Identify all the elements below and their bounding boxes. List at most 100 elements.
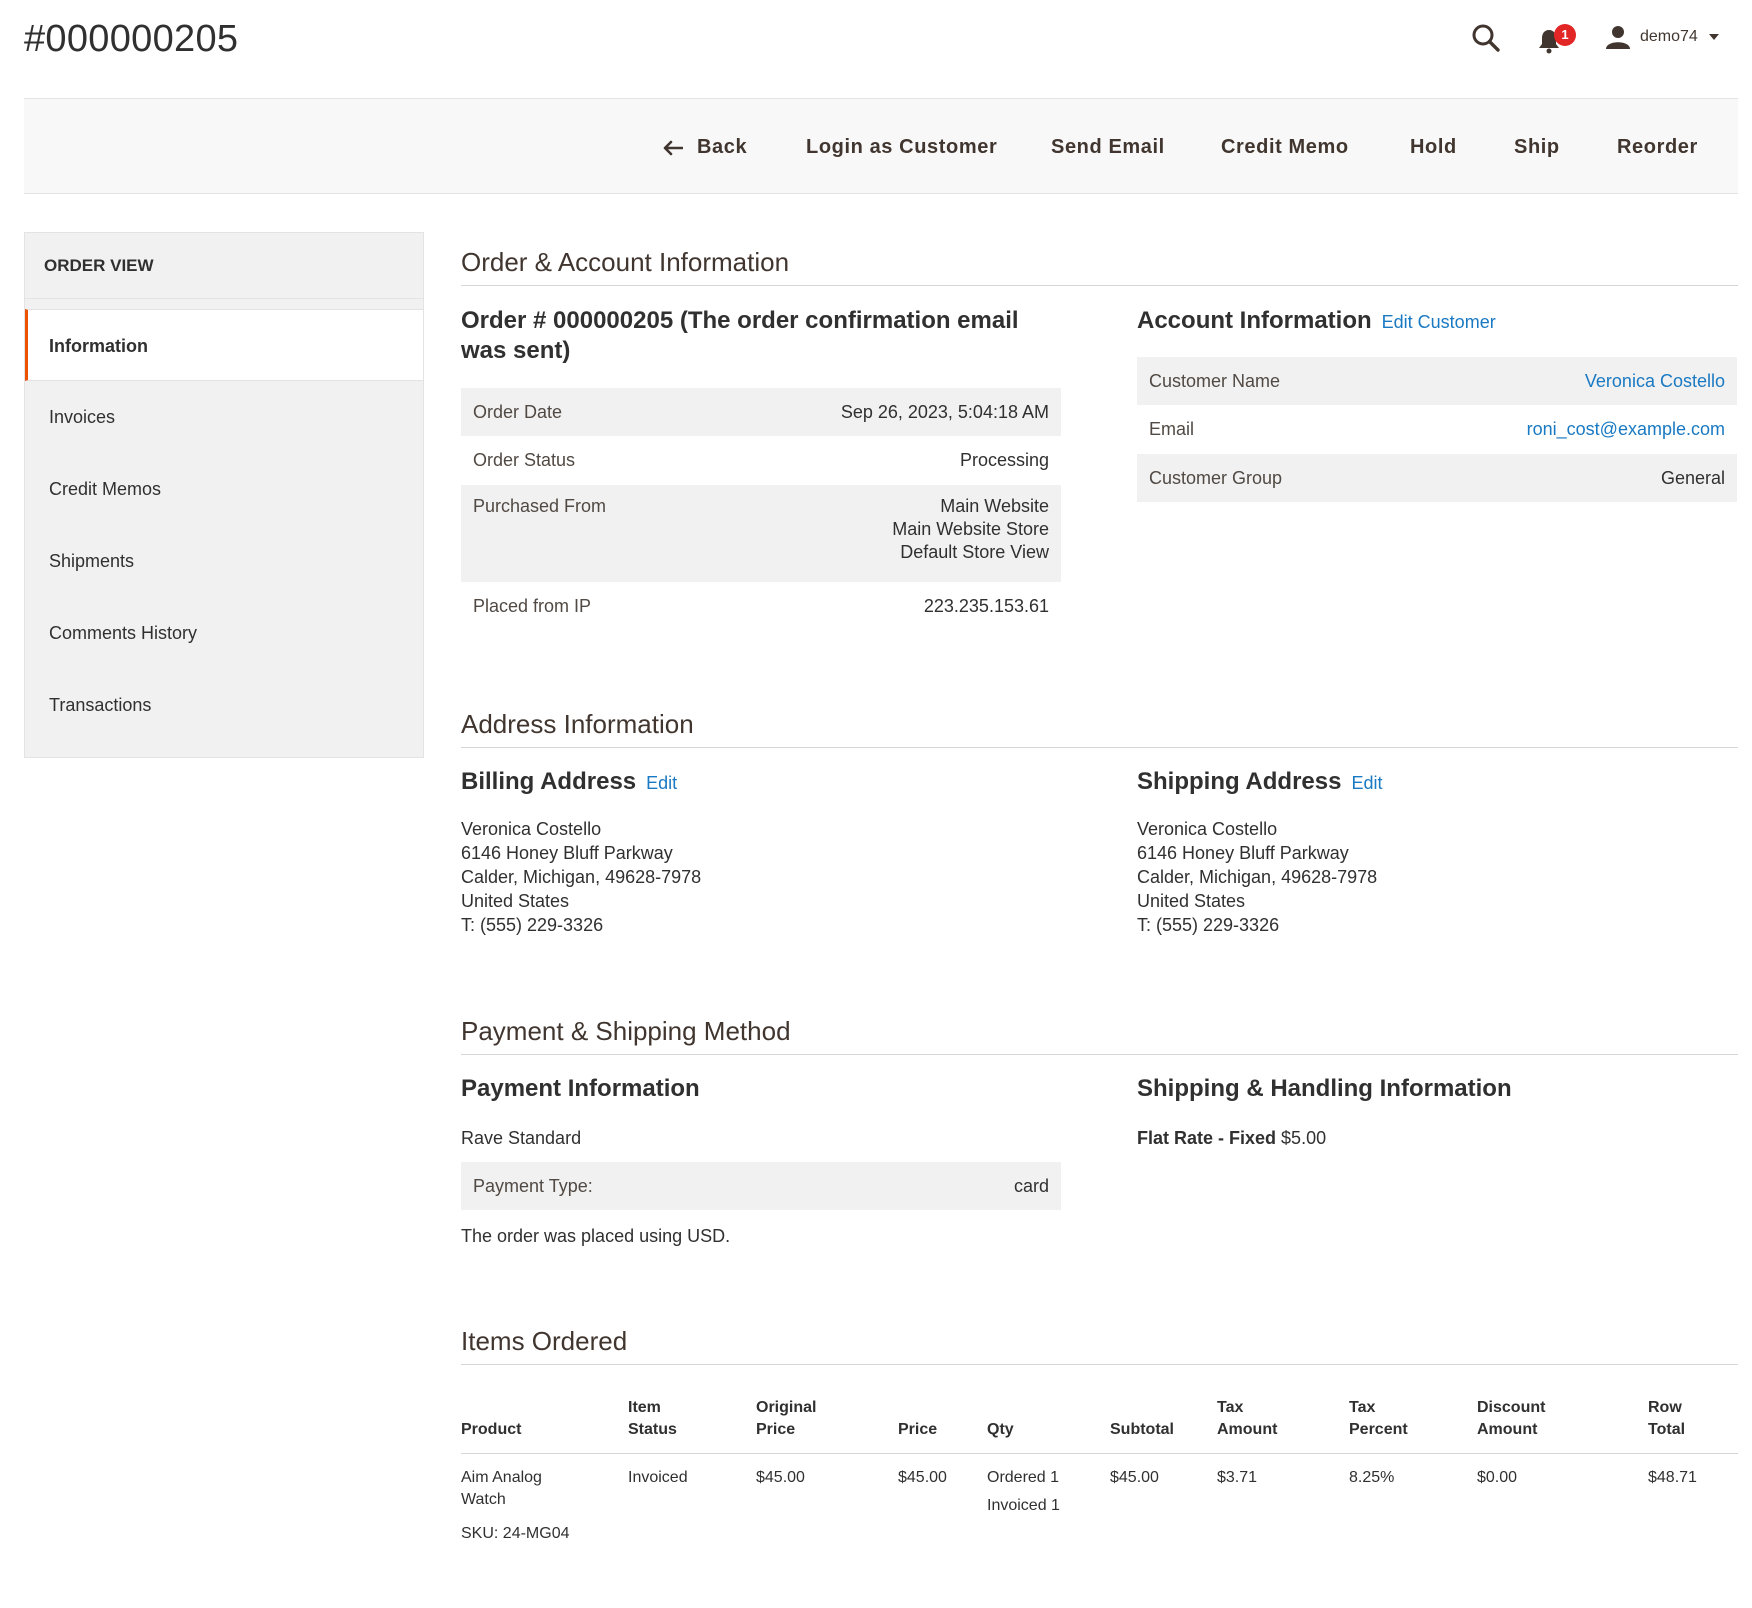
payment-method: Rave Standard bbox=[461, 1128, 582, 1148]
email-label: Email bbox=[1149, 419, 1195, 439]
table-row: Aim Analog Watch SKU: 24-MG04 Invoiced $4… bbox=[461, 1454, 1738, 1564]
billing-country: United States bbox=[461, 891, 570, 911]
item-status: Invoiced bbox=[628, 1469, 688, 1486]
shipping-name: Veronica Costello bbox=[1137, 819, 1278, 839]
search-icon[interactable] bbox=[1470, 22, 1502, 54]
purchased-from-label: Purchased From bbox=[473, 496, 607, 516]
price: $45.00 bbox=[898, 1469, 947, 1486]
chevron-down-icon bbox=[1708, 34, 1719, 40]
customer-name-link[interactable]: Veronica Costello bbox=[1585, 357, 1725, 405]
email-link[interactable]: roni_cost@example.com bbox=[1527, 405, 1725, 454]
credit-memo-button[interactable]: Credit Memo bbox=[1221, 99, 1349, 195]
ship-button[interactable]: Ship bbox=[1514, 99, 1560, 195]
email-row: Email roni_cost@example.com bbox=[1137, 405, 1737, 454]
section-title-address: Address Information bbox=[461, 709, 694, 739]
account-info-table: Customer Name Veronica Costello Email ro… bbox=[1137, 357, 1737, 502]
col-product: Product bbox=[461, 1421, 522, 1438]
section-divider bbox=[461, 1054, 1738, 1055]
billing-phone: T: (555) 229-3326 bbox=[461, 915, 604, 935]
order-date-row: Order Date Sep 26, 2023, 5:04:18 AM bbox=[461, 388, 1061, 436]
billing-name: Veronica Costello bbox=[461, 819, 602, 839]
purchased-from-row: Purchased From Main Website Main Website… bbox=[461, 485, 1061, 582]
order-date-value: Sep 26, 2023, 5:04:18 AM bbox=[840, 402, 1049, 422]
sidebar-item-invoices[interactable]: Invoices bbox=[25, 381, 423, 453]
shipping-address: Veronica Costello 6146 Honey Bluff Parkw… bbox=[1137, 817, 1377, 937]
tax-amount: $3.71 bbox=[1217, 1469, 1258, 1486]
section-divider bbox=[461, 1364, 1738, 1365]
currency-note: The order was placed using USD. bbox=[461, 1226, 731, 1246]
table-header: Product Item Status Original Price Price Q… bbox=[461, 1388, 1738, 1454]
col-discount-amount: Discount Amount bbox=[1477, 1399, 1546, 1438]
shipping-handling-heading: Shipping & Handling Information bbox=[1137, 1075, 1512, 1102]
order-heading: Order # 000000205 (The order confirmatio… bbox=[461, 307, 1019, 364]
col-subtotal: Subtotal bbox=[1110, 1421, 1174, 1438]
purchased-from-value: Main Website Main Website Store Default … bbox=[892, 496, 1049, 562]
order-status-row: Order Status Processing bbox=[461, 436, 1061, 485]
payment-type-table: Payment Type: card bbox=[461, 1162, 1061, 1210]
shipping-method-price: $5.00 bbox=[1281, 1128, 1327, 1148]
sidebar-item-shipments[interactable]: Shipments bbox=[25, 525, 423, 597]
sidebar-item-transactions[interactable]: Transactions bbox=[25, 669, 423, 741]
reorder-button[interactable]: Reorder bbox=[1617, 99, 1698, 195]
sidebar-item-credit-memos[interactable]: Credit Memos bbox=[25, 453, 423, 525]
send-email-button[interactable]: Send Email bbox=[1051, 99, 1165, 195]
sidebar-item-comments-history[interactable]: Comments History bbox=[25, 597, 423, 669]
shipping-method-name: Flat Rate - Fixed bbox=[1137, 1128, 1277, 1148]
col-original-price: Original Price bbox=[756, 1399, 817, 1438]
edit-shipping-address-link[interactable]: Edit bbox=[1351, 773, 1382, 793]
user-menu[interactable]: demo74 bbox=[1606, 22, 1720, 52]
arrow-left-icon bbox=[663, 140, 683, 156]
login-as-customer-button[interactable]: Login as Customer bbox=[806, 99, 997, 195]
subtotal: $45.00 bbox=[1110, 1469, 1159, 1486]
col-row-total: Row Total bbox=[1648, 1399, 1686, 1438]
row-total: $48.71 bbox=[1648, 1469, 1697, 1486]
page-title: #000000205 bbox=[24, 18, 239, 60]
user-icon bbox=[1606, 26, 1630, 49]
shipping-street: 6146 Honey Bluff Parkway bbox=[1137, 843, 1349, 863]
customer-name-row: Customer Name Veronica Costello bbox=[1137, 357, 1737, 405]
hold-button[interactable]: Hold bbox=[1410, 99, 1457, 195]
order-view-sidebar: ORDER VIEW Information Invoices Credit M… bbox=[24, 232, 424, 758]
customer-group-row: Customer Group General bbox=[1137, 454, 1737, 502]
ip-value: 223.235.153.61 bbox=[923, 596, 1049, 616]
section-title-payment-shipping: Payment & Shipping Method bbox=[461, 1016, 791, 1046]
shipping-country: United States bbox=[1137, 891, 1246, 911]
product-sku: SKU: 24-MG04 bbox=[461, 1525, 570, 1542]
order-status-value: Processing bbox=[959, 450, 1049, 470]
order-info-table: Order Date Sep 26, 2023, 5:04:18 AM Orde… bbox=[461, 388, 1061, 630]
sidebar-item-information[interactable]: Information bbox=[25, 309, 423, 381]
original-price: $45.00 bbox=[756, 1469, 805, 1486]
col-qty: Qty bbox=[987, 1421, 1014, 1438]
items-ordered-table: Product Item Status Original Price Price Q… bbox=[461, 1388, 1738, 1564]
col-price: Price bbox=[898, 1421, 938, 1438]
section-divider bbox=[461, 285, 1738, 286]
section-title-items: Items Ordered bbox=[461, 1326, 628, 1356]
shipping-method: Flat Rate - Fixed $5.00 bbox=[1137, 1126, 1326, 1150]
account-info-heading: Account Information Edit Customer bbox=[1137, 307, 1496, 334]
customer-group-label: Customer Group bbox=[1149, 468, 1283, 488]
col-tax-amount: Tax Amount bbox=[1217, 1399, 1278, 1438]
username: demo74 bbox=[1640, 28, 1698, 45]
tax-percent: 8.25% bbox=[1349, 1469, 1395, 1486]
customer-name-label: Customer Name bbox=[1149, 371, 1281, 391]
payment-type-value: card bbox=[1013, 1176, 1049, 1196]
sidebar-title: ORDER VIEW bbox=[25, 233, 423, 299]
customer-group-value: General bbox=[1660, 468, 1725, 488]
qty-invoiced: Invoiced 1 bbox=[987, 1497, 1060, 1514]
payment-type-row: Payment Type: card bbox=[461, 1162, 1061, 1210]
edit-billing-address-link[interactable]: Edit bbox=[646, 773, 677, 793]
col-item-status: Item Status bbox=[628, 1399, 677, 1438]
col-tax-percent: Tax Percent bbox=[1349, 1399, 1408, 1438]
shipping-city: Calder, Michigan, 49628-7978 bbox=[1137, 867, 1378, 887]
billing-address: Veronica Costello 6146 Honey Bluff Parkw… bbox=[461, 817, 701, 937]
page-actions-bar: Back Login as Customer Send Email Credit… bbox=[24, 98, 1738, 194]
notifications-button[interactable]: 1 bbox=[1538, 24, 1578, 56]
shipping-phone: T: (555) 229-3326 bbox=[1137, 915, 1280, 935]
ip-label: Placed from IP bbox=[473, 596, 592, 616]
edit-customer-link[interactable]: Edit Customer bbox=[1382, 312, 1496, 332]
billing-city: Calder, Michigan, 49628-7978 bbox=[461, 867, 702, 887]
section-divider bbox=[461, 747, 1738, 748]
shipping-address-heading: Shipping Address Edit bbox=[1137, 768, 1383, 795]
order-status-label: Order Status bbox=[473, 450, 576, 470]
back-button[interactable]: Back bbox=[663, 99, 747, 195]
